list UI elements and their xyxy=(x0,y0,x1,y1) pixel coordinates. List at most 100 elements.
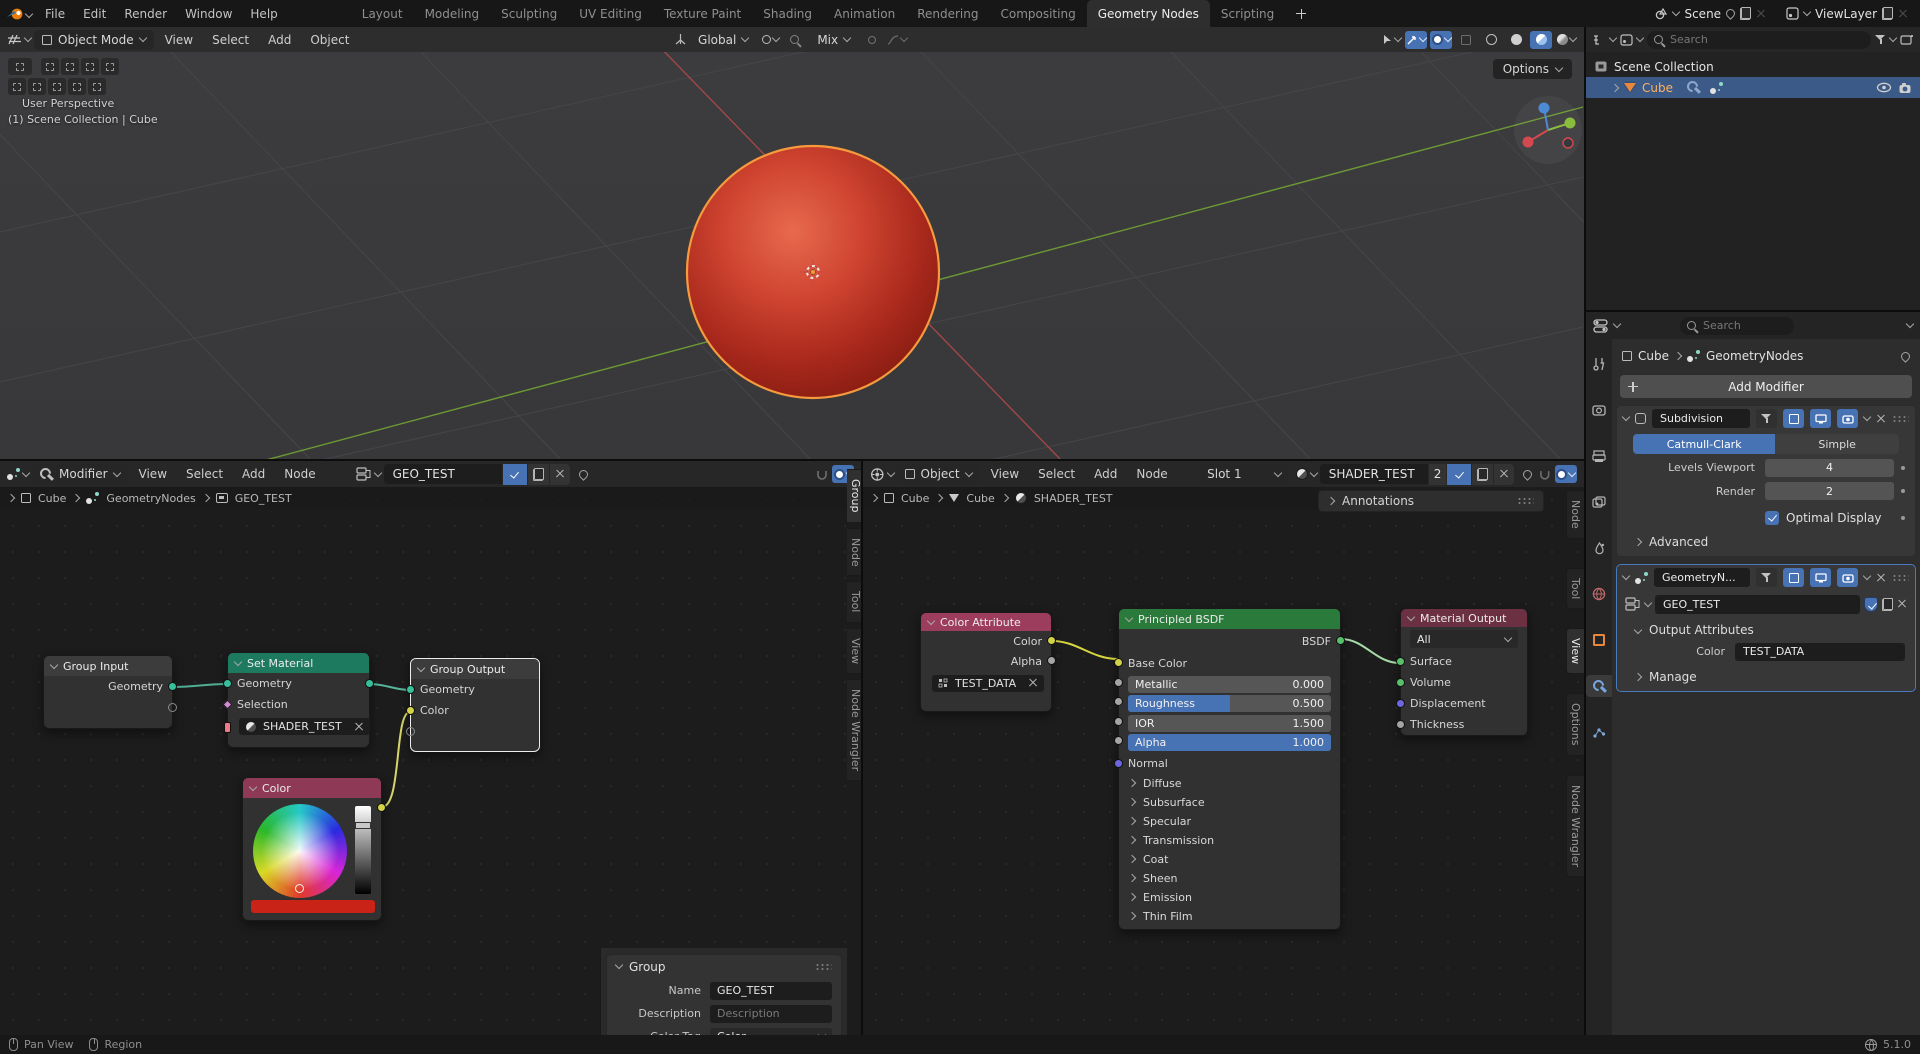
snapping-icon[interactable] xyxy=(815,468,829,481)
tab-tool[interactable] xyxy=(1586,353,1612,375)
drag-grip-icon[interactable] xyxy=(1892,574,1909,582)
tab-rendering[interactable]: Rendering xyxy=(906,0,989,27)
tab-world[interactable] xyxy=(1586,583,1612,605)
tab-geometry-nodes[interactable]: Geometry Nodes xyxy=(1087,0,1210,27)
tab-output[interactable] xyxy=(1586,445,1612,467)
tab-view[interactable]: View xyxy=(847,628,861,674)
section-subsurface[interactable]: Subsurface xyxy=(1119,793,1340,812)
simple-button[interactable]: Simple xyxy=(1775,434,1899,454)
shading-wireframe[interactable] xyxy=(1480,31,1502,49)
section-specular[interactable]: Specular xyxy=(1119,812,1340,831)
menu-window[interactable]: Window xyxy=(176,3,241,25)
displacement-input-socket[interactable] xyxy=(1396,699,1405,708)
color-wheel[interactable] xyxy=(253,804,347,898)
options-button[interactable]: Options xyxy=(1493,59,1572,79)
modifier-wrench-icon[interactable] xyxy=(1687,81,1700,94)
outliner-display-icon[interactable] xyxy=(1592,34,1606,46)
pin-icon[interactable] xyxy=(1724,7,1737,20)
outliner-mode-icon[interactable] xyxy=(1620,34,1633,46)
viewport-menu-object[interactable]: Object xyxy=(302,30,357,50)
tab-compositing[interactable]: Compositing xyxy=(989,0,1086,27)
tool-opt-5[interactable] xyxy=(88,78,106,95)
mode-selector[interactable]: Object Mode xyxy=(34,30,154,50)
proportional-falloff[interactable] xyxy=(886,31,908,49)
grip-icon[interactable] xyxy=(1517,497,1534,505)
tab-node-wrangler[interactable]: Node Wrangler xyxy=(847,679,861,781)
tab-modeling[interactable]: Modeling xyxy=(414,0,491,27)
menu-help[interactable]: Help xyxy=(241,3,286,25)
outliner-row-cube[interactable]: Cube xyxy=(1586,77,1920,98)
scene-selector[interactable]: Scene xyxy=(1649,5,1772,23)
unlink-icon[interactable] xyxy=(1897,599,1907,609)
tool-opt-1[interactable] xyxy=(8,78,26,95)
group-name-field[interactable]: GEO_TEST xyxy=(710,982,832,1000)
geometry-nodes-icon[interactable] xyxy=(1710,82,1723,94)
tool-mode-set[interactable] xyxy=(41,58,59,75)
unlink-icon[interactable] xyxy=(354,722,364,732)
show-in-edit-mode-button[interactable] xyxy=(1783,568,1804,587)
tool-opt-2[interactable] xyxy=(28,78,46,95)
outliner-search-input[interactable] xyxy=(1670,31,1865,49)
alpha-slider[interactable]: Alpha1.000 xyxy=(1128,734,1331,751)
pin-icon[interactable] xyxy=(1522,468,1535,481)
shading-material-preview[interactable] xyxy=(1530,31,1552,49)
modifier-name-field[interactable]: GeometryN... xyxy=(1654,568,1750,587)
clear-icon[interactable] xyxy=(1028,678,1038,688)
collapse-icon[interactable] xyxy=(1622,572,1630,580)
tab-group[interactable]: Group xyxy=(847,469,861,523)
keyframe-dot-icon[interactable] xyxy=(1901,466,1905,470)
gizmos-toggle[interactable] xyxy=(1405,31,1427,49)
node-material-output[interactable]: Material Output All Surface Volume Displ… xyxy=(1400,608,1528,736)
add-modifier-button[interactable]: Add Modifier xyxy=(1620,375,1912,398)
shader-type-selector[interactable]: Object xyxy=(897,464,980,484)
manage-section[interactable]: Manage xyxy=(1649,670,1697,684)
shading-solid[interactable] xyxy=(1505,31,1527,49)
tab-node[interactable]: Node xyxy=(1566,490,1584,539)
section-thin-film[interactable]: Thin Film xyxy=(1119,907,1340,926)
overlays-toggle[interactable] xyxy=(1430,31,1452,49)
annotations-panel[interactable]: Annotations xyxy=(1318,490,1544,512)
tool-mode-extend[interactable] xyxy=(61,58,79,75)
node-group-name-field[interactable]: GEO_TEST xyxy=(384,464,502,484)
output-color-attribute-field[interactable]: TEST_DATA xyxy=(1735,643,1905,661)
new-view-layer-icon[interactable] xyxy=(1882,7,1893,20)
realtime-display-button[interactable] xyxy=(1810,409,1831,428)
tab-particles[interactable] xyxy=(1586,721,1612,743)
pin-icon[interactable] xyxy=(577,468,590,481)
tab-modifiers[interactable] xyxy=(1586,675,1612,697)
users-count-button[interactable]: 2 xyxy=(1429,464,1447,485)
color-output-socket[interactable] xyxy=(1047,636,1056,645)
geometry-node-editor[interactable]: Modifier View Select Add Node GEO_TEST C… xyxy=(0,461,861,1035)
panel-toggle-icon[interactable] xyxy=(870,494,878,502)
panel-toggle-icon[interactable] xyxy=(7,494,15,502)
menu-edit[interactable]: Edit xyxy=(74,3,115,25)
view-layer-selector[interactable]: ViewLayer xyxy=(1780,5,1914,23)
shader-menu-node[interactable]: Node xyxy=(1128,464,1175,484)
tool-mode-subtract[interactable] xyxy=(81,58,99,75)
duplicate-button[interactable] xyxy=(528,464,549,485)
shader-menu-view[interactable]: View xyxy=(983,464,1027,484)
viewport-menu-add[interactable]: Add xyxy=(260,30,299,50)
section-transmission[interactable]: Transmission xyxy=(1119,831,1340,850)
new-scene-icon[interactable] xyxy=(1740,7,1751,20)
editor-type-icon[interactable] xyxy=(7,468,20,480)
catmull-clark-button[interactable]: Catmull-Clark xyxy=(1633,434,1775,454)
render-display-button[interactable] xyxy=(1837,409,1858,428)
geometry-output-socket[interactable] xyxy=(168,682,177,691)
tab-shading[interactable]: Shading xyxy=(752,0,823,27)
duplicate-button[interactable] xyxy=(1472,464,1493,485)
base-color-input-socket[interactable] xyxy=(1114,658,1123,667)
node-set-material[interactable]: Set Material Geometry Selection SHADER_T… xyxy=(227,652,370,748)
keyframe-dot-icon[interactable] xyxy=(1901,516,1905,520)
snap-with-selector[interactable]: Mix xyxy=(809,30,858,50)
material-input-socket[interactable] xyxy=(224,722,231,733)
shader-menu-add[interactable]: Add xyxy=(1086,464,1125,484)
section-emission[interactable]: Emission xyxy=(1119,888,1340,907)
normal-input-socket[interactable] xyxy=(1114,759,1123,768)
tab-node-wrangler[interactable]: Node Wrangler xyxy=(1566,775,1584,877)
properties-search[interactable] xyxy=(1680,317,1794,335)
collapse-icon[interactable] xyxy=(927,616,935,624)
expand-icon[interactable] xyxy=(1611,83,1619,91)
ior-slider[interactable]: IOR1.500 xyxy=(1128,715,1331,732)
tab-tool[interactable]: Tool xyxy=(847,581,861,622)
